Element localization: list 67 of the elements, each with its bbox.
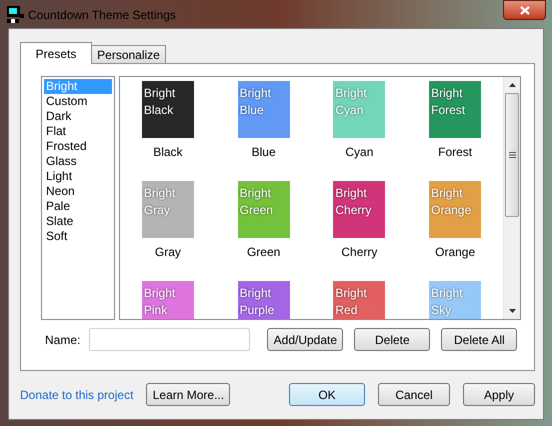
swatch-text: Bright [335, 85, 367, 102]
swatch-text: Green [240, 202, 273, 219]
swatch-text: Blue [240, 102, 264, 119]
swatch-text: Orange [431, 202, 472, 219]
theme-swatch[interactable]: Bright Forest [429, 81, 482, 138]
swatch-text: Bright [240, 185, 271, 202]
learn-more-button[interactable]: Learn More... [146, 383, 230, 406]
theme-label: Cherry [341, 244, 378, 261]
scrollbar[interactable] [503, 77, 520, 319]
theme-label: Forest [438, 144, 472, 161]
swatch-text: Black [144, 102, 174, 119]
swatch-text: Bright [240, 85, 271, 102]
theme-label: Black [153, 144, 183, 161]
swatch-text: Red [335, 302, 358, 319]
list-item[interactable]: Neon [44, 184, 112, 199]
theme-label: Gray [154, 244, 181, 261]
list-item[interactable]: Soft [44, 229, 112, 244]
swatch-text: Pink [144, 302, 168, 319]
action-button[interactable]: Delete [354, 328, 430, 351]
swatch-text: Bright [431, 185, 462, 202]
grip-icon [508, 152, 516, 158]
list-item[interactable]: Slate [44, 214, 112, 229]
window-title: Countdown Theme Settings [28, 7, 176, 24]
dialog-button[interactable]: Cancel [378, 383, 450, 406]
dialog-button[interactable]: OK [289, 383, 365, 406]
theme-label: Blue [252, 144, 276, 161]
donate-link[interactable]: Donate to this project [20, 386, 134, 404]
swatch-text: Bright [240, 285, 271, 302]
dialog-button[interactable]: Apply [463, 383, 535, 406]
swatch-text: Sky [431, 302, 452, 319]
swatch-text: Bright [144, 85, 176, 102]
list-item[interactable]: Pale [44, 199, 112, 214]
swatch-text: Gray [144, 202, 170, 219]
scroll-up-icon [508, 83, 516, 87]
theme-label: Green [246, 244, 280, 261]
theme-swatch[interactable]: Bright Black [142, 81, 194, 138]
name-label: Name: [45, 332, 80, 348]
list-item[interactable]: Light [44, 169, 112, 184]
list-item[interactable]: Custom [44, 94, 112, 109]
theme-label: Orange [435, 244, 476, 261]
action-button[interactable]: Delete All [441, 328, 518, 351]
swatch-text: Bright [144, 185, 176, 202]
swatch-text: Forest [431, 102, 466, 119]
swatch-text: Bright [431, 285, 462, 302]
swatch-text: Bright [144, 285, 176, 302]
close-icon [520, 6, 530, 14]
swatch-text: Bright [335, 285, 367, 302]
theme-label: Cyan [345, 144, 374, 161]
action-button[interactable]: Add/Update [267, 328, 344, 351]
scroll-down-icon [508, 309, 516, 313]
list-item[interactable]: Frosted [44, 139, 112, 154]
list-item[interactable]: Glass [44, 154, 112, 169]
list-item[interactable]: Dark [44, 109, 112, 124]
swatch-text: Bright [431, 85, 462, 102]
swatch-text: Cherry [335, 202, 372, 219]
swatch-text: Purple [240, 302, 274, 319]
theme-swatch[interactable]: Bright Purple [238, 281, 290, 319]
scroll-thumb[interactable] [505, 93, 519, 217]
name-field[interactable] [89, 328, 250, 351]
tab[interactable]: Personalize [91, 45, 166, 63]
close-button[interactable] [503, 0, 546, 20]
app-icon [7, 6, 24, 23]
tab[interactable]: Presets [20, 42, 92, 64]
swatch-text: Cyan [335, 102, 364, 119]
swatch-text: Bright [335, 185, 367, 202]
list-item[interactable]: Flat [44, 124, 112, 139]
theme-swatch[interactable]: Bright Cherry [333, 181, 386, 238]
